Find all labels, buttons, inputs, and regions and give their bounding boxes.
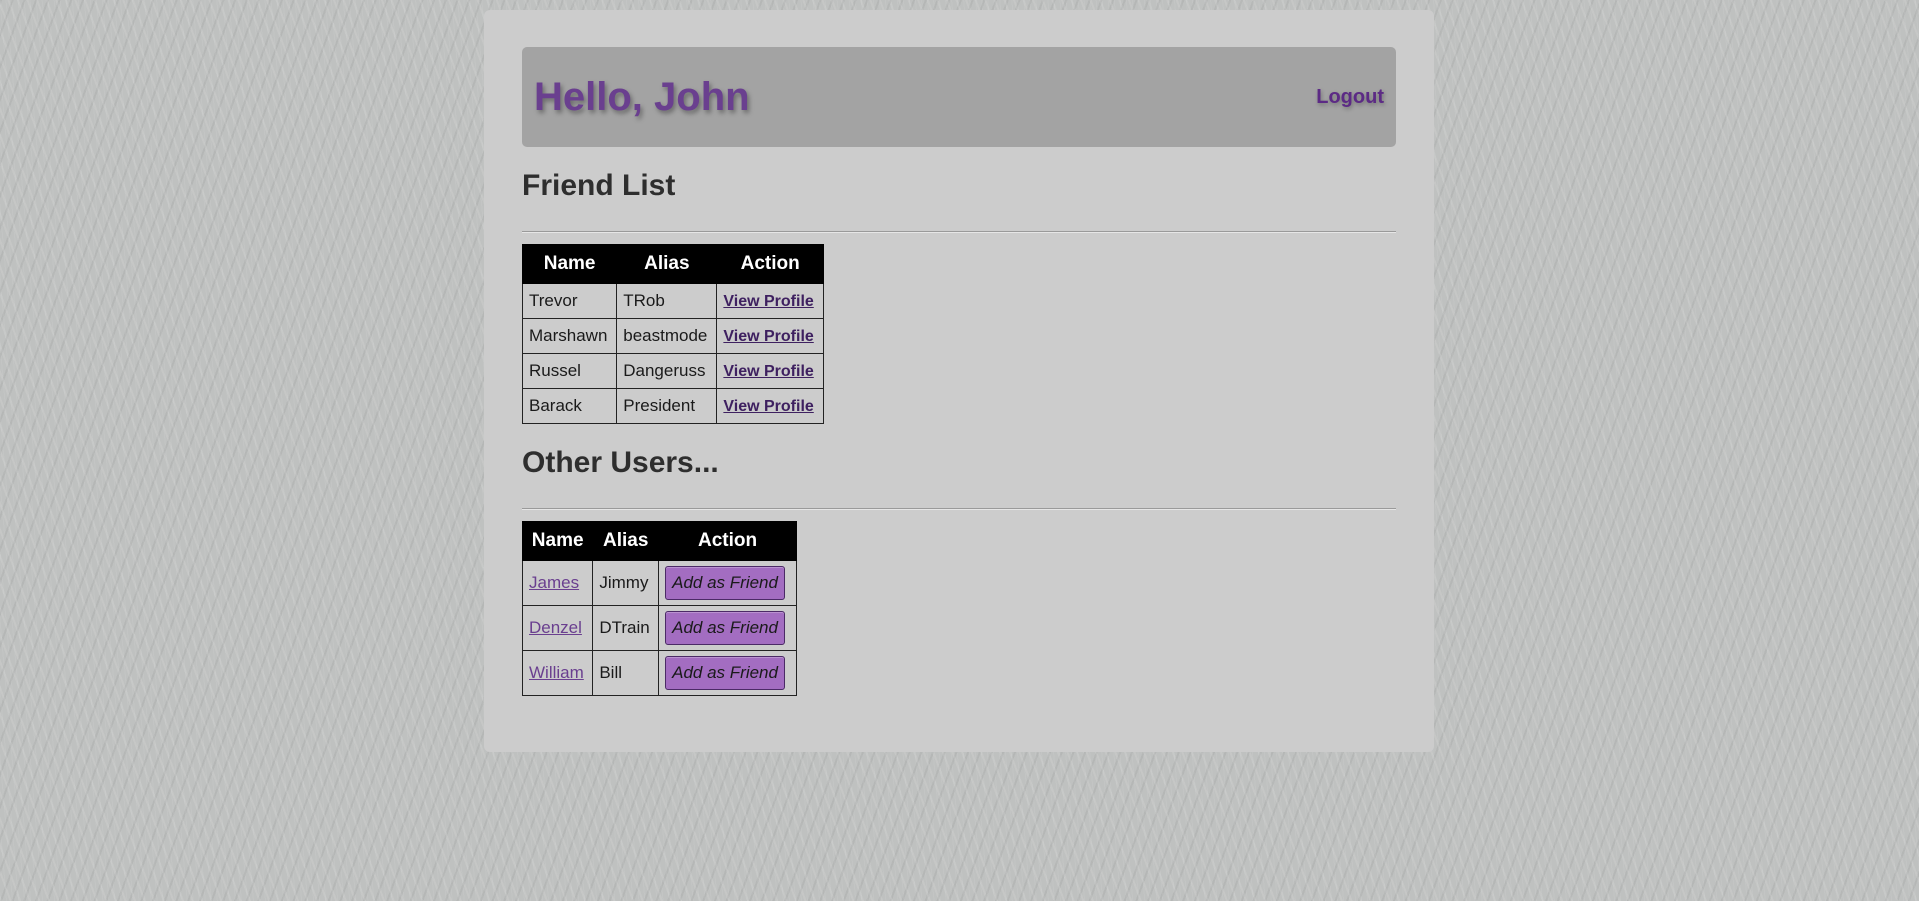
friend-action-cell: View Profile (716, 283, 824, 319)
view-profile-link[interactable]: View Profile (723, 293, 813, 310)
table-header-row: Name Alias Action (521, 244, 824, 284)
column-header-name: Name (521, 521, 594, 561)
column-header-name: Name (521, 244, 618, 284)
add-friend-button[interactable]: Add as Friend (665, 566, 785, 600)
friend-alias: beastmode (616, 318, 718, 354)
column-header-alias: Alias (616, 244, 718, 284)
user-action-cell: Add as Friend (658, 605, 797, 651)
table-row: Trevor TRob View Profile (521, 283, 824, 319)
add-friend-button[interactable]: Add as Friend (665, 656, 785, 690)
friend-name: Russel (521, 353, 618, 389)
friend-alias: President (616, 388, 718, 424)
view-profile-link[interactable]: View Profile (723, 328, 813, 345)
main-panel: Hello, John Logout Friend List Name Alia… (484, 10, 1434, 752)
friend-list-title: Friend List (522, 169, 676, 202)
friend-alias: TRob (616, 283, 718, 319)
user-alias: Bill (592, 650, 660, 696)
table-header-row: Name Alias Action (521, 521, 797, 561)
friend-action-cell: View Profile (716, 318, 824, 354)
friend-action-cell: View Profile (716, 388, 824, 424)
user-name-cell: Denzel (521, 605, 594, 651)
friend-name: Trevor (521, 283, 618, 319)
view-profile-link[interactable]: View Profile (723, 398, 813, 415)
friend-alias: Dangeruss (616, 353, 718, 389)
friend-name: Marshawn (521, 318, 618, 354)
friend-action-cell: View Profile (716, 353, 824, 389)
table-row: Denzel DTrain Add as Friend (521, 605, 797, 651)
add-friend-button[interactable]: Add as Friend (665, 611, 785, 645)
greeting-title: Hello, John (534, 74, 750, 119)
column-header-alias: Alias (592, 521, 660, 561)
user-name-link[interactable]: James (529, 573, 579, 592)
page-header: Hello, John Logout (522, 47, 1396, 147)
user-alias: DTrain (592, 605, 660, 651)
other-users-table: Name Alias Action James Jimmy Add as Fri… (521, 521, 797, 696)
column-header-action: Action (658, 521, 797, 561)
table-row: William Bill Add as Friend (521, 650, 797, 696)
table-row: Russel Dangeruss View Profile (521, 353, 824, 389)
table-row: James Jimmy Add as Friend (521, 560, 797, 606)
logout-link[interactable]: Logout (1316, 86, 1384, 109)
section-divider (522, 508, 1396, 510)
column-header-action: Action (716, 244, 824, 284)
table-row: Barack President View Profile (521, 388, 824, 424)
user-action-cell: Add as Friend (658, 650, 797, 696)
section-divider (522, 231, 1396, 233)
other-users-title: Other Users... (522, 446, 719, 479)
user-alias: Jimmy (592, 560, 660, 606)
table-row: Marshawn beastmode View Profile (521, 318, 824, 354)
user-name-link[interactable]: William (529, 663, 584, 682)
user-name-cell: James (521, 560, 594, 606)
friend-list-table: Name Alias Action Trevor TRob View Profi… (521, 244, 824, 424)
user-name-cell: William (521, 650, 594, 696)
friend-name: Barack (521, 388, 618, 424)
user-action-cell: Add as Friend (658, 560, 797, 606)
user-name-link[interactable]: Denzel (529, 618, 582, 637)
view-profile-link[interactable]: View Profile (723, 363, 813, 380)
